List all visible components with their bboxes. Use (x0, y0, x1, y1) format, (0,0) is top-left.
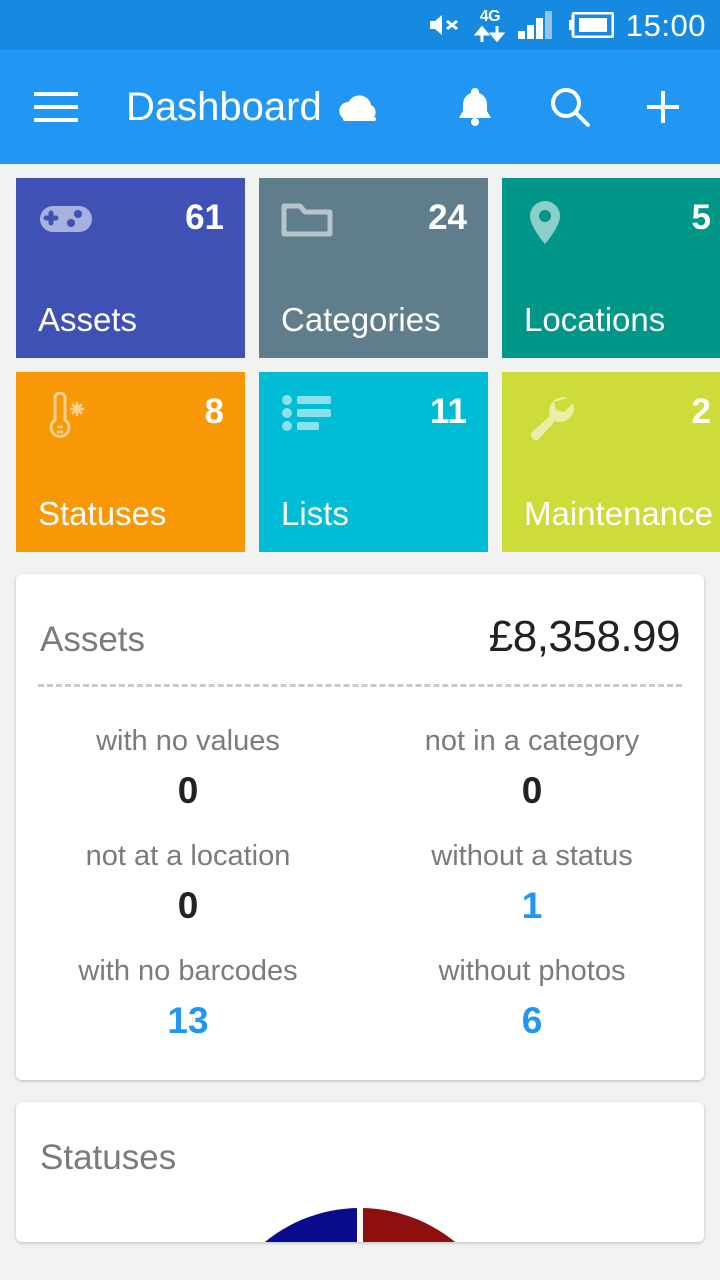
assets-stats-grid: with no values 0 not in a category 0 not… (16, 687, 704, 1080)
tile-maintenance[interactable]: 2 Maintenance (502, 372, 720, 552)
tile-count: 24 (428, 198, 467, 237)
stat-not-in-a-category[interactable]: not in a category 0 (360, 709, 704, 824)
stat-value: 1 (521, 885, 543, 926)
statuses-pie-chart (210, 1208, 510, 1242)
wrench-icon (524, 392, 576, 445)
assets-card-header: Assets £8,358.99 (16, 574, 704, 684)
cards-container: Assets £8,358.99 with no values 0 not in… (0, 552, 720, 1242)
stat-value: 0 (177, 770, 199, 811)
tile-label: Lists (281, 494, 349, 532)
assets-summary-card[interactable]: Assets £8,358.99 with no values 0 not in… (16, 574, 704, 1080)
statuses-card[interactable]: Statuses (16, 1102, 704, 1242)
stat-label: with no values (96, 725, 280, 757)
stat-without-photos[interactable]: without photos 6 (360, 939, 704, 1054)
tile-count: 5 (691, 198, 711, 237)
tile-categories[interactable]: 24 Categories (259, 178, 488, 358)
tile-count: 2 (691, 392, 711, 431)
network-type-label: 4G (479, 7, 501, 25)
stat-without-a-status[interactable]: without a status 1 (360, 824, 704, 939)
tile-count: 11 (430, 392, 467, 431)
status-bar-clock: 15:00 (625, 7, 706, 43)
plus-icon[interactable] (632, 76, 694, 138)
search-icon[interactable] (539, 76, 601, 138)
signal-bars-icon (517, 11, 556, 39)
battery-icon (568, 12, 614, 38)
stat-label: not in a category (424, 725, 640, 757)
tile-locations[interactable]: 5 Locations (502, 178, 720, 358)
app-bar: Dashboard (0, 50, 720, 164)
volume-mute-icon (428, 10, 462, 40)
stat-value: 6 (521, 1000, 543, 1041)
mobile-data-icon: 4G (473, 7, 506, 42)
stat-label: not at a location (85, 840, 291, 872)
hamburger-menu-icon[interactable] (34, 84, 80, 130)
tile-label: Statuses (38, 494, 167, 532)
stat-label: with no barcodes (78, 955, 298, 987)
cloud-icon (335, 89, 383, 125)
folder-icon (281, 198, 333, 245)
stat-value: 13 (167, 1000, 209, 1041)
stat-not-at-a-location[interactable]: not at a location 0 (16, 824, 360, 939)
map-pin-icon (524, 198, 566, 253)
stat-with-no-barcodes[interactable]: with no barcodes 13 (16, 939, 360, 1054)
stat-label: without a status (431, 840, 633, 872)
tile-label: Maintenance (524, 494, 713, 532)
card-title: Statuses (40, 1138, 177, 1177)
tile-statuses[interactable]: 8 Statuses (16, 372, 245, 552)
stat-value: 0 (521, 770, 543, 811)
page-title: Dashboard (126, 84, 322, 129)
tile-assets[interactable]: 61 Assets (16, 178, 245, 358)
tile-label: Assets (38, 300, 138, 338)
thermometer-icon (38, 391, 90, 447)
tile-count: 8 (204, 392, 224, 431)
status-bar: 4G 15:00 (0, 0, 720, 50)
stat-value: 0 (177, 885, 199, 926)
gamepad-icon (38, 198, 94, 243)
tile-label: Locations (524, 300, 666, 338)
stat-label: without photos (438, 955, 626, 987)
assets-total-value: £8,358.99 (488, 612, 681, 661)
bell-icon[interactable] (444, 76, 506, 138)
card-title: Assets (40, 620, 146, 659)
dashboard-tile-grid: 61 Assets 24 Categories 5 Locations 8 St… (0, 164, 720, 552)
tile-count: 61 (185, 198, 224, 237)
stat-with-no-values[interactable]: with no values 0 (16, 709, 360, 824)
list-icon (281, 392, 333, 439)
tile-lists[interactable]: 11 Lists (259, 372, 488, 552)
tile-label: Categories (281, 300, 441, 338)
